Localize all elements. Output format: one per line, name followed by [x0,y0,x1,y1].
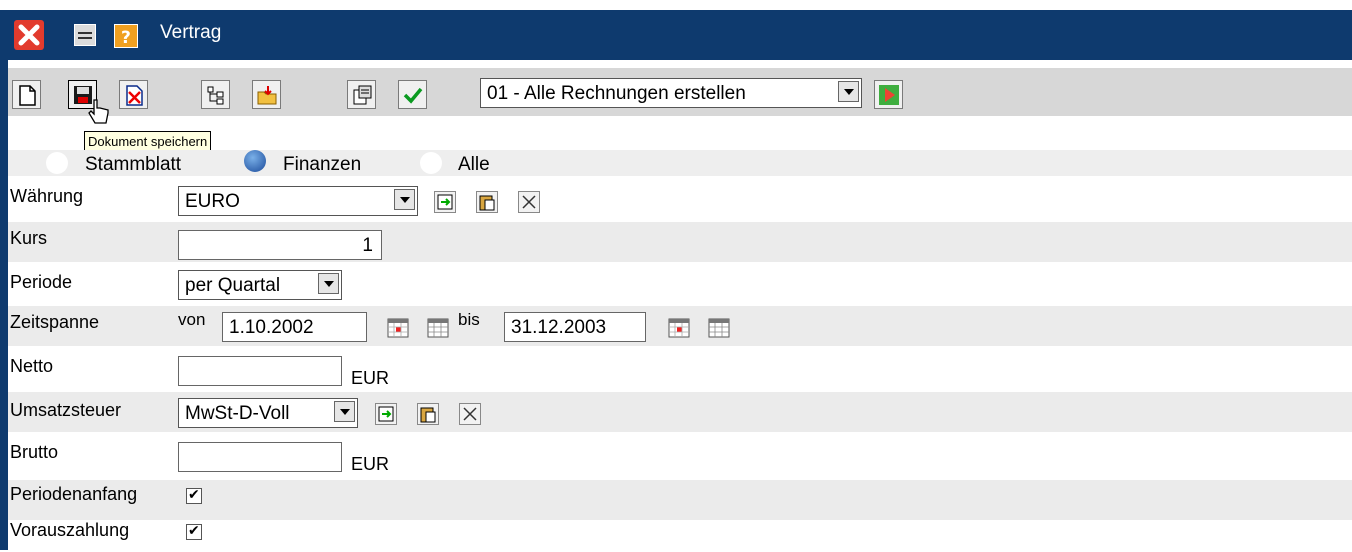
clipboard-icon [479,195,495,211]
periode-select[interactable]: per Quartal [178,270,342,300]
chevron-down-icon[interactable] [318,273,339,294]
window-frame-left [0,10,8,550]
waehrung-value: EURO [185,191,240,212]
delete-document-button[interactable] [119,80,148,109]
kurs-value: 1 [362,235,373,256]
bis-date-input[interactable]: 31.12.2003 [504,312,646,342]
netto-label: Netto [10,356,54,376]
netto-unit: EUR [351,368,390,388]
waehrung-select[interactable]: EURO [178,186,418,216]
chevron-down-icon[interactable] [838,81,859,102]
tab-alle-indicator [420,152,442,174]
brutto-unit: EUR [351,454,390,474]
title-bar: ? Vertrag [8,10,1352,60]
import-folder-button[interactable] [252,80,281,109]
run-action-button[interactable] [874,80,903,109]
minimize-icon[interactable] [74,24,96,46]
play-icon [879,85,899,105]
calendar-today-icon[interactable] [668,318,690,338]
close-icon[interactable] [14,20,44,50]
tab-alle[interactable]: Alle [458,154,490,176]
von-date-input[interactable]: 1.10.2002 [222,312,367,342]
zeitspanne-label: Zeitspanne [10,312,100,332]
calendar-icon[interactable] [427,318,449,338]
periodenanfang-label: Periodenanfang [10,484,138,504]
new-document-icon [19,85,36,106]
von-label: von [178,310,206,329]
umsatzsteuer-value: MwSt-D-Voll [185,403,290,424]
waehrung-label: Währung [10,186,84,206]
action-select-value: 01 - Alle Rechnungen erstellen [487,83,746,104]
vorauszahlung-checkbox[interactable] [186,522,202,540]
periode-label: Periode [10,272,73,292]
apply-icon [437,194,453,210]
window-title: Vertrag [160,22,222,43]
checkmark-icon [403,87,423,104]
clear-icon [463,407,477,421]
brutto-label: Brutto [10,442,59,462]
apply-icon [378,406,394,422]
properties-icon [353,85,372,105]
calendar-icon[interactable] [708,318,730,338]
chevron-down-icon[interactable] [394,189,415,210]
folder-arrow-icon [257,86,277,105]
help-icon[interactable]: ? [114,24,138,48]
properties-button[interactable] [347,80,376,109]
umsatzsteuer-apply-button[interactable] [375,403,397,425]
tab-strip [8,150,1352,176]
svg-text:?: ? [121,28,131,47]
tree-icon [207,86,224,105]
von-date-value: 1.10.2002 [229,317,314,338]
brutto-input[interactable] [178,442,342,472]
waehrung-apply-button[interactable] [434,191,456,213]
tree-structure-button[interactable] [201,80,230,109]
clear-icon [522,195,536,209]
hand-cursor-icon [88,99,109,124]
kurs-input[interactable]: 1 [178,230,382,260]
umsatzsteuer-select[interactable]: MwSt-D-Voll [178,398,358,428]
clipboard-icon [420,407,436,423]
confirm-button[interactable] [398,80,427,109]
new-document-button[interactable] [12,80,41,109]
periode-value: per Quartal [185,275,281,296]
umsatzsteuer-paste-button[interactable] [417,403,439,425]
periodenanfang-checkbox[interactable] [186,486,202,504]
umsatzsteuer-label: Umsatzsteuer [10,400,122,420]
waehrung-paste-button[interactable] [476,191,498,213]
action-select[interactable]: 01 - Alle Rechnungen erstellen [480,78,862,108]
row-vorauszahlung [8,512,1352,552]
umsatzsteuer-clear-button[interactable] [459,403,481,425]
tab-stammblatt[interactable]: Stammblatt [85,154,181,176]
kurs-label: Kurs [10,228,48,248]
tab-finanzen[interactable]: Finanzen [283,154,361,176]
vorauszahlung-label: Vorauszahlung [10,520,130,540]
bis-label: bis [458,310,480,329]
calendar-today-icon[interactable] [387,318,409,338]
netto-input[interactable] [178,356,342,386]
bis-date-value: 31.12.2003 [511,317,607,338]
delete-document-icon [126,85,143,106]
tab-stammblatt-indicator [46,152,68,174]
chevron-down-icon[interactable] [334,401,355,422]
tab-finanzen-indicator [244,150,266,172]
waehrung-clear-button[interactable] [518,191,540,213]
